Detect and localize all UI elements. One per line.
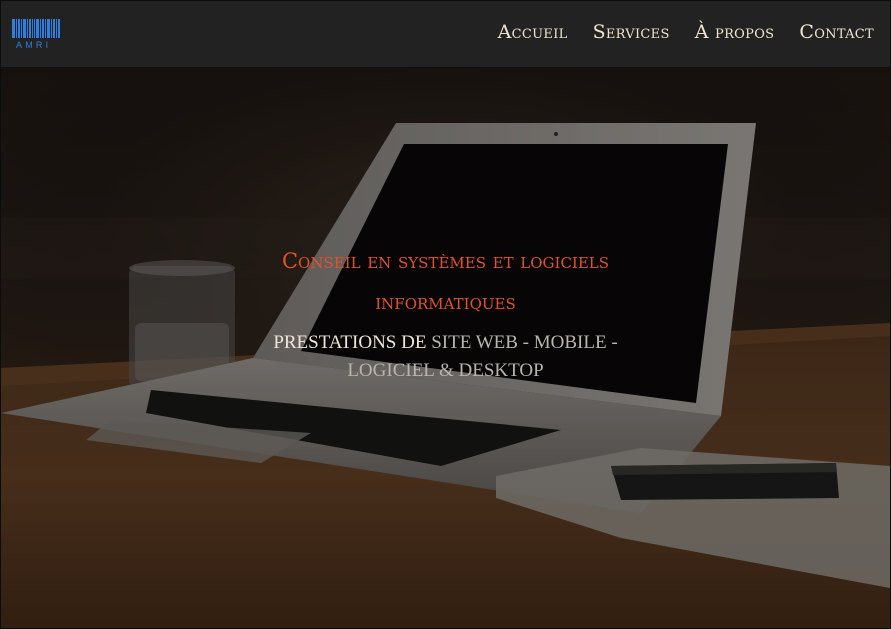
navbar: AMRI Accueil Services À propos Contact	[1, 1, 890, 68]
nav-item-accueil[interactable]: Accueil	[498, 21, 568, 43]
browser-viewport: AMRI Accueil Services À propos Contact C…	[0, 0, 891, 629]
hero-caption: Conseil en systèmes et logiciels informa…	[1, 241, 890, 385]
hero-tagline: Conseil en systèmes et logiciels informa…	[281, 249, 610, 314]
brand-logo[interactable]: AMRI	[12, 19, 60, 51]
hero-services-line: PRESTATIONS DE SITE WEB - MOBILE - LOGIC…	[246, 329, 646, 385]
main-nav: Accueil Services À propos Contact	[498, 21, 874, 43]
nav-item-services[interactable]: Services	[593, 21, 670, 43]
hero-section: Conseil en systèmes et logiciels informa…	[1, 68, 890, 628]
nav-item-contact[interactable]: Contact	[799, 21, 874, 43]
services-prefix: PRESTATIONS DE	[273, 332, 427, 353]
barcode-icon	[12, 19, 60, 38]
nav-item-a-propos[interactable]: À propos	[695, 21, 775, 43]
logo-text: AMRI	[16, 40, 52, 50]
